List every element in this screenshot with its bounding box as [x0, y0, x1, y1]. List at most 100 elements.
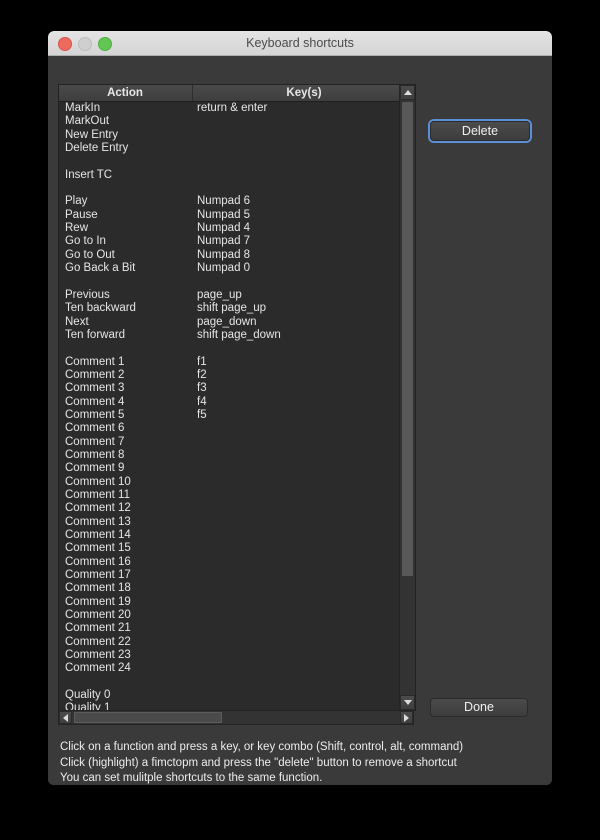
table-row[interactable]: MarkIn return & enter: [59, 102, 415, 115]
table-row[interactable]: [59, 676, 415, 689]
window-titlebar[interactable]: Keyboard shortcuts: [48, 31, 552, 56]
window-body: Action Key(s) MarkIn return & enter MarkOu…: [48, 56, 552, 785]
table-row[interactable]: Comment 15: [59, 542, 415, 555]
row-key-label: page_up: [197, 288, 242, 301]
row-action-label: Ten forward: [65, 328, 126, 341]
table-row[interactable]: Comment 7: [59, 436, 415, 449]
horizontal-scrollbar-thumb[interactable]: [74, 712, 222, 723]
table-row[interactable]: [59, 342, 415, 355]
row-key-label: shift page_down: [197, 328, 281, 341]
row-action-label: Insert TC: [65, 168, 113, 181]
table-row[interactable]: Comment 9: [59, 462, 415, 475]
table-row[interactable]: Comment 3 f3: [59, 382, 415, 395]
table-row[interactable]: Go to Out Numpad 8: [59, 249, 415, 262]
horizontal-scrollbar[interactable]: [58, 710, 414, 725]
help-text-line-2: Click (highlight) a fimctopm and press t…: [60, 756, 457, 769]
table-row[interactable]: [59, 275, 415, 288]
row-action-label: Go to Out: [65, 248, 115, 261]
table-row[interactable]: MarkOut: [59, 115, 415, 128]
row-key-label: f5: [197, 408, 207, 421]
table-row[interactable]: Comment 10: [59, 476, 415, 489]
row-action-label: Comment 8: [65, 448, 125, 461]
table-row[interactable]: Comment 6: [59, 422, 415, 435]
table-row[interactable]: Comment 8: [59, 449, 415, 462]
table-row[interactable]: Quality 1: [59, 702, 415, 710]
done-button[interactable]: Done: [430, 698, 528, 717]
table-row[interactable]: Comment 5 f5: [59, 409, 415, 422]
row-key-label: Numpad 6: [197, 195, 251, 208]
row-key-label: Numpad 8: [197, 248, 251, 261]
table-row[interactable]: Comment 12: [59, 502, 415, 515]
scroll-down-arrow-icon[interactable]: [400, 695, 415, 710]
row-action-label: Comment 13: [65, 515, 131, 528]
table-row[interactable]: Comment 14: [59, 529, 415, 542]
table-row[interactable]: Comment 2 f2: [59, 369, 415, 382]
table-row[interactable]: [59, 155, 415, 168]
table-row[interactable]: Go Back a Bit Numpad 0: [59, 262, 415, 275]
table-row[interactable]: Comment 22: [59, 636, 415, 649]
table-row[interactable]: Rew Numpad 4: [59, 222, 415, 235]
table-row[interactable]: Ten backward shift page_up: [59, 302, 415, 315]
table-row[interactable]: Play Numpad 6: [59, 195, 415, 208]
table-row[interactable]: Ten forward shift page_down: [59, 329, 415, 342]
row-action-label: Comment 18: [65, 582, 131, 595]
table-row[interactable]: [59, 182, 415, 195]
table-row[interactable]: Previous page_up: [59, 289, 415, 302]
row-action-label: Comment 5: [65, 408, 125, 421]
window-title: Keyboard shortcuts: [246, 36, 354, 50]
row-action-label: Comment 4: [65, 395, 125, 408]
column-header-action[interactable]: Action: [59, 85, 191, 101]
table-row[interactable]: Comment 19: [59, 596, 415, 609]
row-action-label: Comment 7: [65, 435, 125, 448]
help-text-line-1: Click on a function and press a key, or …: [60, 741, 464, 753]
row-action-label: Pause: [65, 208, 98, 221]
row-action-label: Ten backward: [65, 302, 136, 315]
table-row[interactable]: Quality 0: [59, 689, 415, 702]
table-row[interactable]: Comment 17: [59, 569, 415, 582]
table-row[interactable]: Go to In Numpad 7: [59, 235, 415, 248]
table-row[interactable]: Comment 21: [59, 622, 415, 635]
row-action-label: Comment 14: [65, 529, 131, 541]
row-action-label: Comment 3: [65, 382, 125, 395]
help-text-line-3: You can set mulitple shortcuts to the sa…: [60, 772, 323, 784]
table-row[interactable]: Comment 23: [59, 649, 415, 662]
delete-button[interactable]: Delete: [430, 121, 530, 141]
row-key-label: Numpad 4: [197, 222, 251, 235]
table-row[interactable]: Comment 13: [59, 516, 415, 529]
table-row[interactable]: Comment 1 f1: [59, 356, 415, 369]
row-key-label: page_down: [197, 315, 257, 328]
row-key-label: f1: [197, 355, 207, 368]
scroll-left-arrow-icon[interactable]: [59, 711, 72, 724]
row-action-label: Comment 17: [65, 569, 131, 582]
column-header-keys[interactable]: Key(s): [192, 85, 415, 101]
row-key-label: shift page_up: [197, 302, 267, 315]
scroll-up-arrow-icon[interactable]: [400, 85, 415, 100]
row-action-label: Comment 15: [65, 542, 131, 555]
row-action-label: Comment 19: [65, 595, 131, 608]
row-action-label: New Entry: [65, 128, 119, 141]
table-row[interactable]: Comment 24: [59, 662, 415, 675]
row-action-label: Comment 6: [65, 422, 125, 435]
table-row[interactable]: Comment 20: [59, 609, 415, 622]
row-action-label: Comment 1: [65, 355, 125, 368]
row-action-label: Go Back a Bit: [65, 262, 136, 275]
row-action-label: Comment 10: [65, 475, 131, 488]
help-text-block: Click on a function and press a key, or …: [48, 734, 552, 785]
table-row[interactable]: Pause Numpad 5: [59, 209, 415, 222]
table-row[interactable]: Delete Entry: [59, 142, 415, 155]
row-key-label: Numpad 0: [197, 262, 251, 275]
table-row[interactable]: Insert TC: [59, 169, 415, 182]
table-row[interactable]: Comment 18: [59, 582, 415, 595]
table-row[interactable]: Comment 4 f4: [59, 396, 415, 409]
vertical-scrollbar-thumb[interactable]: [402, 102, 413, 576]
scroll-right-arrow-icon[interactable]: [400, 711, 413, 724]
row-action-label: Go to In: [65, 235, 106, 248]
row-action-label: Comment 11: [65, 488, 130, 501]
table-row[interactable]: Next page_down: [59, 316, 415, 329]
vertical-scrollbar[interactable]: [399, 85, 415, 710]
row-key-label: Numpad 7: [197, 235, 251, 248]
table-row[interactable]: New Entry: [59, 129, 415, 142]
table-row[interactable]: Comment 16: [59, 556, 415, 569]
row-action-label: Comment 12: [65, 502, 131, 515]
table-row[interactable]: Comment 11: [59, 489, 415, 502]
